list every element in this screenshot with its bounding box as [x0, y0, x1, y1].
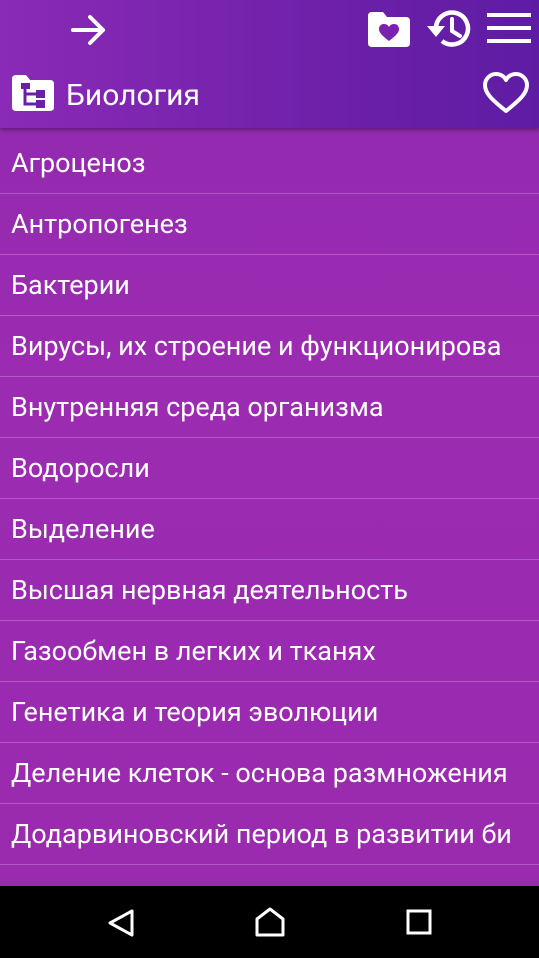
history-icon[interactable]: [424, 6, 474, 52]
topic-list: Агроценоз Антропогенез Бактерии Вирусы, …: [0, 133, 539, 886]
page-title: Биология: [66, 78, 200, 113]
arrow-right-icon[interactable]: [70, 12, 110, 48]
hamburger-menu-icon[interactable]: [487, 12, 531, 44]
toolbar: Биология: [0, 0, 539, 128]
heart-outline-icon[interactable]: [482, 71, 530, 115]
list-item[interactable]: Внутренняя среда организма: [0, 377, 539, 438]
list-item[interactable]: Додарвиновский период в развитии би: [0, 804, 539, 865]
list-item[interactable]: Агроценоз: [0, 133, 539, 194]
system-navigation-bar: [0, 886, 539, 958]
list-item[interactable]: Деление клеток - основа размножения: [0, 743, 539, 804]
list-item[interactable]: Газообмен в легких и тканях: [0, 621, 539, 682]
list-item[interactable]: Выделение: [0, 499, 539, 560]
list-item[interactable]: Бактерии: [0, 255, 539, 316]
app-screen: Биология Агроценоз Антропогенез Бактерии…: [0, 0, 539, 886]
folder-heart-icon[interactable]: [366, 10, 412, 48]
list-item[interactable]: Вирусы, их строение и функционирова: [0, 316, 539, 377]
folder-tree-icon: [12, 75, 54, 111]
list-item[interactable]: Высшая нервная деятельность: [0, 560, 539, 621]
back-triangle-icon[interactable]: [106, 908, 136, 938]
list-item[interactable]: Антропогенез: [0, 194, 539, 255]
list-item[interactable]: [0, 865, 539, 886]
list-item[interactable]: Водоросли: [0, 438, 539, 499]
home-icon[interactable]: [254, 906, 286, 938]
list-item[interactable]: Генетика и теория эволюции: [0, 682, 539, 743]
recent-apps-square-icon[interactable]: [406, 909, 432, 935]
